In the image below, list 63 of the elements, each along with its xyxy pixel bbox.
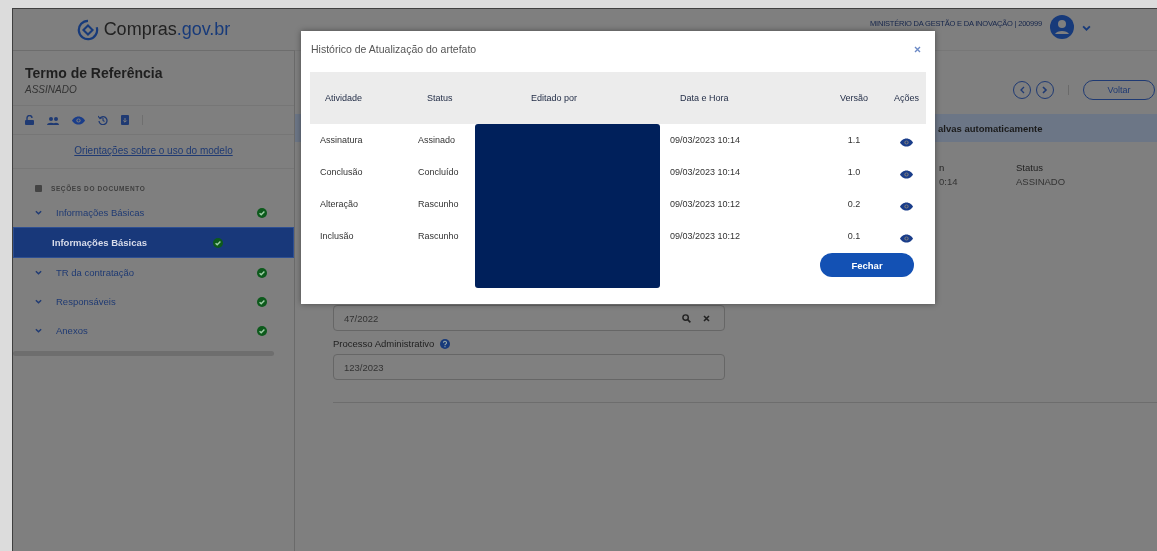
guide-link[interactable]: Orientações sobre o uso do modelo	[13, 135, 294, 169]
table-cell-text: Rascunho	[417, 199, 460, 209]
table-cell-text: Rascunho	[417, 231, 460, 241]
table-cell-text: 09/03/2023 10:12	[670, 231, 742, 241]
column-header: Editado por	[530, 93, 579, 103]
chevron-right-icon	[1042, 86, 1048, 94]
eye-icon[interactable]	[72, 115, 85, 125]
sidebar-item[interactable]: Informações Básicas	[13, 198, 294, 227]
table-cell-text: Alteração	[319, 199, 360, 209]
chevron-down-icon[interactable]	[1082, 25, 1091, 31]
chevron-down-icon[interactable]	[35, 299, 42, 304]
chevron-down-icon[interactable]	[35, 328, 42, 333]
dialog-title: Histórico de Atualização do artefato	[311, 43, 477, 55]
logo-icon	[76, 18, 99, 41]
chevron-down-icon[interactable]	[35, 210, 42, 215]
chevron-left-icon	[1019, 86, 1025, 94]
scrollbar[interactable]	[13, 351, 274, 356]
table-cell-text: Conclusão	[319, 167, 364, 177]
table-cell-text: 09/03/2023 10:14	[670, 167, 742, 177]
sidebar-item[interactable]: Anexos	[13, 316, 294, 345]
view-icon[interactable]	[900, 169, 913, 179]
column-header: Data e Hora	[679, 93, 730, 103]
table-cell-text: Assinado	[417, 135, 457, 145]
unlock-icon[interactable]	[25, 115, 34, 125]
sidebar-item[interactable]: TR da contratação	[13, 258, 294, 287]
table-cell-text: 0.2	[846, 199, 862, 209]
meta-value: ASSINADO	[1016, 176, 1067, 187]
chevron-down-icon[interactable]	[35, 270, 42, 275]
close-button[interactable]: Fechar	[820, 253, 914, 277]
logo-text: Compras.gov.br	[103, 19, 231, 40]
input-field[interactable]: 47/2022	[333, 305, 725, 331]
file-download-icon[interactable]	[121, 115, 129, 125]
input-field[interactable]: 123/2023	[333, 354, 725, 380]
clear-icon[interactable]	[703, 314, 710, 322]
sidebar-item[interactable]: Responsáveis	[13, 287, 294, 316]
document-title: Termo de Referência	[25, 65, 164, 81]
table-cell-text: 1.0	[846, 167, 862, 177]
table-cell-text: 09/03/2023 10:14	[670, 135, 742, 145]
table-cell-text: Assinatura	[319, 135, 364, 145]
sidebar-item[interactable]: Informações Básicas	[13, 227, 294, 258]
history-icon[interactable]	[98, 115, 108, 125]
help-icon[interactable]	[440, 338, 451, 349]
column-header: Versão	[839, 93, 869, 103]
column-header: Status	[426, 93, 454, 103]
document-status: ASSINADO	[25, 84, 78, 95]
meta-label: Status	[1016, 162, 1044, 173]
table-cell-text: 0.1	[846, 231, 862, 241]
view-icon[interactable]	[900, 201, 913, 211]
users-icon[interactable]	[47, 115, 59, 125]
view-icon[interactable]	[900, 137, 913, 147]
column-header: Atividade	[324, 93, 364, 103]
table-cell-text: Inclusão	[319, 231, 355, 241]
table-cell-text: Concluído	[417, 167, 460, 177]
meta-value: 0:14	[939, 176, 959, 187]
close-icon[interactable]	[914, 45, 921, 53]
meta-label: n	[939, 162, 946, 173]
table-cell-text: 1.1	[846, 135, 862, 145]
field-label: Processo Administrativo	[333, 338, 435, 349]
search-icon[interactable]	[682, 313, 691, 323]
view-icon[interactable]	[900, 233, 913, 243]
avatar-icon[interactable]	[1050, 15, 1074, 39]
table-cell-text: 09/03/2023 10:12	[670, 199, 742, 209]
column-header: Ações	[893, 93, 920, 103]
